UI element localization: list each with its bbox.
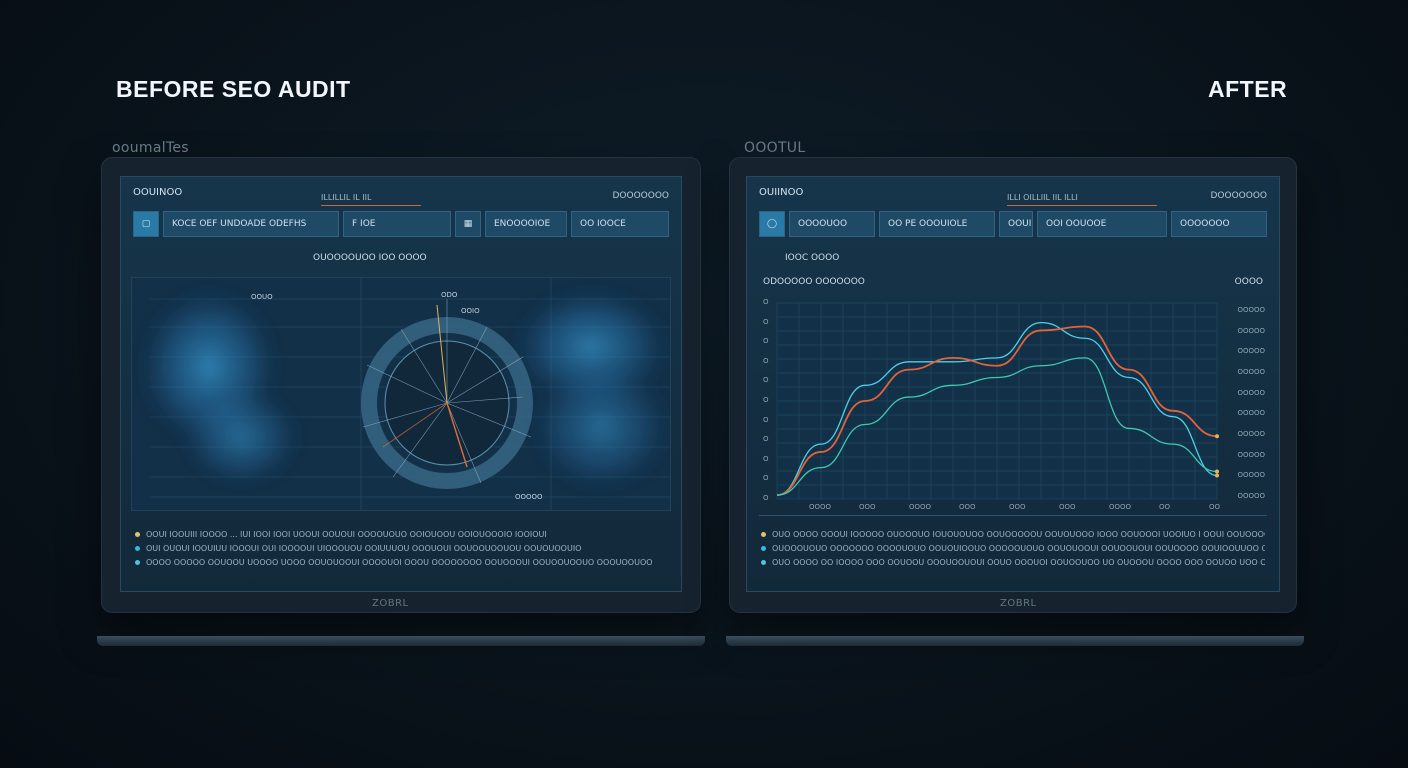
y-tick-label-right: OOOOO (1237, 409, 1265, 418)
after-toolbar-field-3[interactable]: OOUI (999, 211, 1033, 237)
legend-dot (135, 545, 140, 551)
x-tick-label: OO (1209, 503, 1221, 511)
after-dashboard-title: OUIINOO (759, 187, 804, 198)
left-caption: ooumalTes (112, 140, 189, 156)
before-laptop: OOUINOO ILLILLIL IL IIL DOOOOOOO ▢ KOCE … (102, 158, 700, 612)
after-top-right-label: DOOOOOOO (1210, 191, 1267, 201)
series-end-point (1215, 469, 1219, 474)
x-tick-label: OOOO (809, 503, 832, 511)
y-tick-label-right: OOOOO (1237, 347, 1265, 356)
x-tick-label: OOO (859, 503, 876, 511)
series-end-point (1215, 434, 1219, 439)
after-chart-title-right: OOOO (1234, 277, 1263, 287)
after-legend-row: OUO OOOO OO IOOOO OOO OOUOOU OOOUOOUOUI … (761, 555, 1265, 569)
before-chart: OOUO ODO OOIO OOOOO (131, 277, 671, 511)
x-tick-label: OOOO (909, 503, 932, 511)
right-caption: OOOTUL (744, 140, 806, 156)
y-tick-label: O (763, 317, 769, 326)
before-chart-label-2: ODO (441, 291, 458, 299)
y-tick-label-right: OOOOO (1237, 306, 1265, 314)
y-tick-label: O (763, 298, 769, 306)
before-chart-label-3: OOIO (461, 307, 480, 315)
grid-icon[interactable]: ▦ (455, 211, 481, 237)
y-tick-label: O (763, 376, 769, 385)
after-toolbar-field-1[interactable]: OOOOUOO (789, 211, 875, 237)
y-tick-label-right: OOOOO (1237, 450, 1265, 459)
after-subtitle-underline (1007, 205, 1157, 206)
y-tick-label: O (763, 494, 769, 502)
after-legend: OUO OOOO OOOUI IOOOOO OUOOOUO IOUOUOUOO … (761, 527, 1265, 569)
before-dashboard-title: OOUINOO (133, 187, 183, 198)
after-toolbar-field-5[interactable]: OOOOOOO (1171, 211, 1267, 237)
before-laptop-base (97, 636, 705, 646)
after-chart-title: ODOOOOO OOOOOOO (763, 277, 865, 287)
before-toolbar-field-3[interactable]: ENOOOOIOE (485, 211, 567, 237)
before-toolbar-field-4[interactable]: OO IOOCE (571, 211, 669, 237)
y-tick-label-right: OOOOO (1237, 368, 1265, 376)
after-screen: OUIINOO ILLI OILLIIL IIL ILLI DOOOOOOO ◯… (746, 176, 1280, 592)
before-chart-subhead: OUOOOOUOO IOO OOOO (313, 253, 427, 263)
after-laptop-brand: ZOBRL (1000, 598, 1037, 609)
before-top-right-label: DOOOOOOO (612, 191, 669, 201)
after-divider (759, 515, 1267, 516)
y-tick-label-right: OOOOO (1237, 388, 1265, 397)
y-tick-label-right: OOOOO (1237, 471, 1265, 480)
series-end-point (1215, 473, 1219, 478)
before-subtitle-underline (321, 205, 421, 206)
circle-icon[interactable]: ◯ (759, 211, 785, 237)
y-tick-label: O (763, 337, 769, 346)
y-tick-label-right: OOOOO (1237, 492, 1265, 500)
legend-dot (135, 559, 140, 565)
after-toolbar-field-4[interactable]: OOI OOUOOE (1037, 211, 1167, 237)
after-toolbar-field-2[interactable]: OO PE OOOUIOLE (879, 211, 995, 237)
before-chart-label-4: OOOOO (515, 493, 543, 501)
before-screen: OOUINOO ILLILLIL IL IIL DOOOOOOO ▢ KOCE … (120, 176, 682, 592)
after-legend-row: OUOOOUOUO OOOOOOO OOOOUOUO OOUOUIOOUO OO… (761, 541, 1265, 555)
after-chart-subhead: IOOC OOOO (785, 253, 840, 263)
y-tick-label: O (763, 415, 769, 424)
x-tick-label: OOOO (1109, 503, 1132, 511)
y-tick-label: O (763, 435, 769, 444)
after-toolbar: ◯ OOOOUOO OO PE OOOUIOLE OOUI OOI OOUOOE… (759, 211, 1267, 237)
square-icon[interactable]: ▢ (133, 211, 159, 237)
before-toolbar-field-1[interactable]: KOCE OEF UNDOADE ODEFHS (163, 211, 339, 237)
legend-dot (761, 559, 766, 565)
after-gridlines (776, 302, 1218, 500)
after-legend-row: OUO OOOO OOOUI IOOOOO OUOOOUO IOUOUOUOO … (761, 527, 1265, 541)
after-laptop-base (726, 636, 1304, 646)
y-tick-label-right: OOOOO (1237, 430, 1265, 438)
after-heading: AFTER (1208, 76, 1288, 102)
y-tick-label: O (763, 474, 769, 483)
y-tick-label: O (763, 396, 769, 404)
y-tick-label: O (763, 356, 769, 365)
x-tick-label: OO (1159, 503, 1171, 511)
legend-dot (761, 545, 766, 551)
legend-dot (761, 531, 766, 537)
before-legend-row: OOUI IOOUIII IOOOO ... IUI IOOI IOOI UOO… (135, 527, 667, 541)
x-tick-label: OOO (959, 503, 976, 511)
before-laptop-brand: ZOBRL (372, 598, 409, 609)
before-legend-row: OOOO OOOOO OOUOOU UOOOO UOOO OOUOUOOUI O… (135, 555, 667, 569)
before-legend: OOUI IOOUIII IOOOO ... IUI IOOI IOOI UOO… (135, 527, 667, 569)
after-laptop: OUIINOO ILLI OILLIIL IIL ILLI DOOOOOOO ◯… (730, 158, 1296, 612)
after-line-chart (776, 302, 1219, 500)
before-legend-row: OUI OUOUI IOOUIUU IOOOUI OUI IOOOOUI UIO… (135, 541, 667, 555)
before-chart-label-1: OOUO (251, 293, 273, 301)
y-tick-label-right: OOOOO (1237, 326, 1265, 335)
legend-dot (135, 531, 140, 537)
after-dashboard-subtitle: ILLI OILLIIL IIL ILLI (1007, 193, 1078, 202)
before-heading: BEFORE SEO AUDIT (116, 76, 351, 102)
x-tick-label: OOO (1009, 503, 1026, 511)
before-dashboard-subtitle: ILLILLIL IL IIL (321, 193, 372, 202)
before-toolbar-field-2[interactable]: F IOE (343, 211, 451, 237)
before-toolbar: ▢ KOCE OEF UNDOADE ODEFHS F IOE ▦ ENOOOO… (133, 211, 669, 237)
y-tick-label: O (763, 454, 769, 463)
x-tick-label: OOO (1059, 503, 1076, 511)
